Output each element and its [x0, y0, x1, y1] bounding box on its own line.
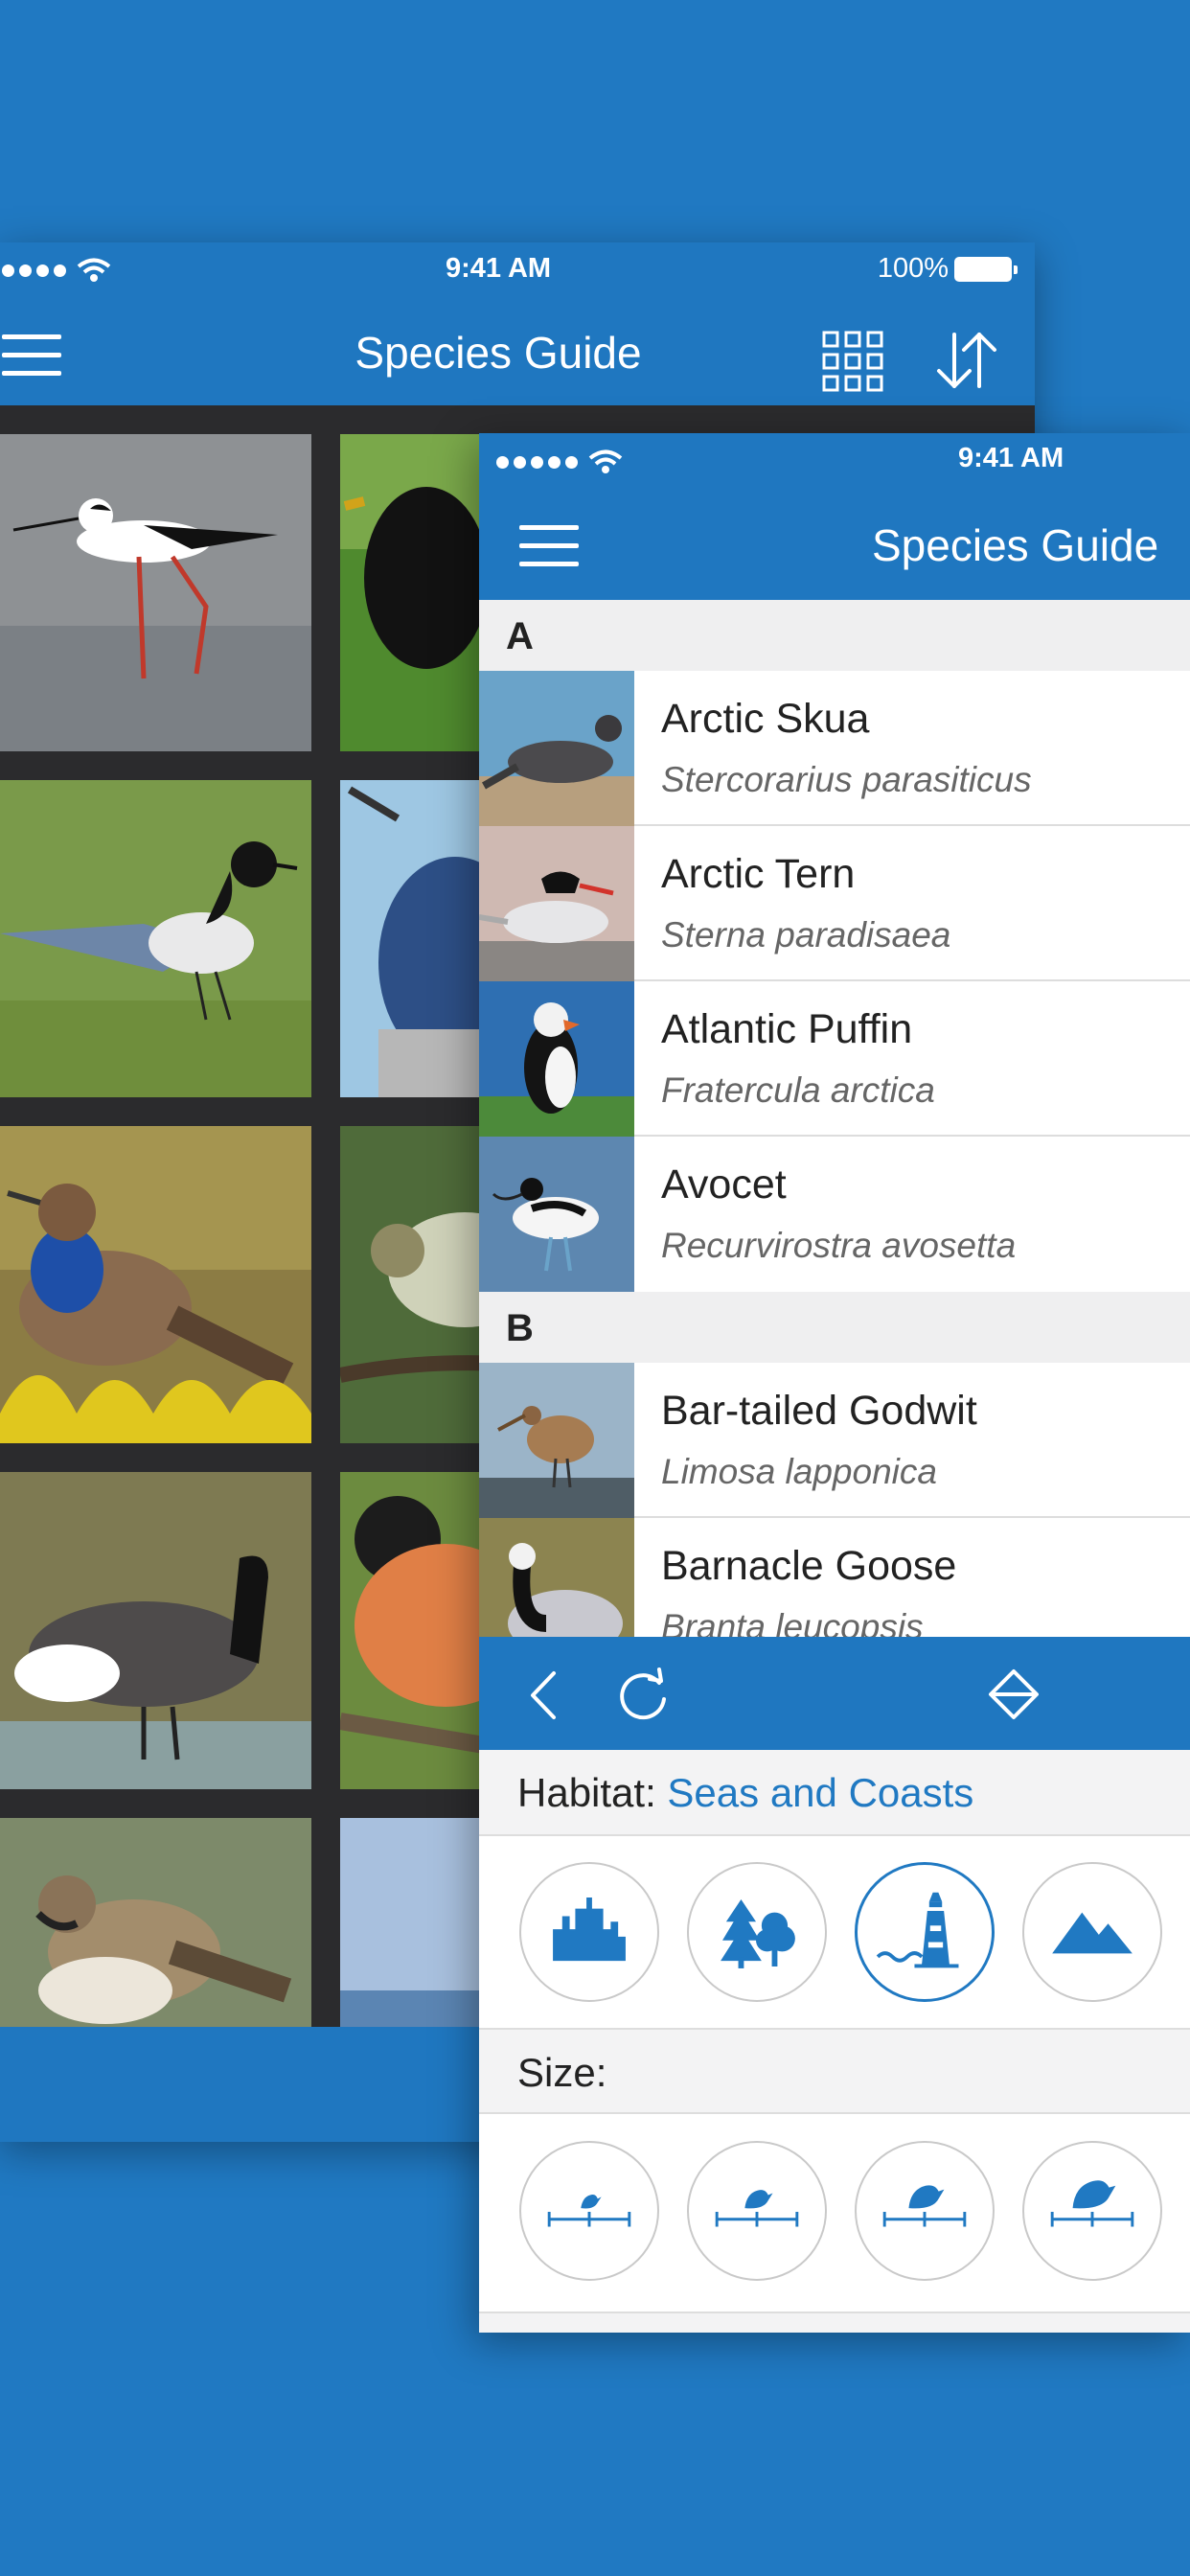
filter-toolbar [479, 1637, 1190, 1750]
habitat-options [479, 1836, 1190, 2028]
species-name: Barnacle Goose [661, 1543, 957, 1589]
city-icon[interactable] [519, 1862, 659, 2002]
status-bar: 9:41 AM 100% [0, 242, 1035, 298]
refresh-icon[interactable] [615, 1668, 671, 1723]
species-latin-name: Sterna paradisaea [661, 915, 951, 954]
habitat-value: Seas and Coasts [667, 1770, 974, 1815]
nav-bar: Species Guide [479, 487, 1190, 600]
wifi-icon [588, 449, 623, 473]
species-tile[interactable] [0, 780, 311, 1097]
coast-lighthouse-icon[interactable] [855, 1862, 995, 2002]
species-name: Avocet [661, 1162, 787, 1208]
nav-bar: Species Guide [0, 298, 1035, 405]
species-thumbnail [479, 981, 634, 1137]
next-filter-row [479, 2312, 1190, 2333]
section-header-a: A [479, 600, 1190, 671]
signal-icon [496, 449, 623, 474]
woodland-icon[interactable] [687, 1862, 827, 2002]
habitat-filter-label: Habitat: Seas and Coasts [479, 1750, 1190, 1836]
list-item[interactable]: Avocet Recurvirostra avosetta [479, 1137, 1190, 1292]
list-item[interactable]: Bar-tailed Godwit Limosa lapponica [479, 1363, 1190, 1518]
bird-size-4-icon[interactable] [1022, 2141, 1162, 2281]
status-bar: 9:41 AM [479, 433, 1190, 487]
list-screen: 9:41 AM Species Guide A Arctic Skua Ster… [479, 433, 1190, 2333]
species-tile[interactable] [0, 434, 311, 751]
status-time: 9:41 AM [958, 443, 1064, 473]
species-name: Arctic Tern [661, 851, 856, 897]
battery-percent: 100% [877, 253, 949, 284]
bird-size-2-icon[interactable] [687, 2141, 827, 2281]
status-time: 9:41 AM [445, 253, 552, 284]
species-thumbnail [479, 1137, 634, 1292]
page-title: Species Guide [872, 520, 1159, 570]
species-thumbnail [479, 671, 634, 826]
size-filter-label: Size: [479, 2028, 1190, 2114]
bird-size-3-icon[interactable] [855, 2141, 995, 2281]
size-options [479, 2114, 1190, 2306]
habitat-label: Habitat: [517, 1770, 656, 1815]
collapse-icon[interactable] [987, 1668, 1041, 1721]
species-latin-name: Fratercula arctica [661, 1070, 935, 1110]
battery-icon [954, 257, 1018, 282]
chevron-left-icon[interactable] [527, 1669, 558, 1721]
list-item[interactable]: Arctic Tern Sterna paradisaea [479, 826, 1190, 981]
list-item[interactable]: Atlantic Puffin Fratercula arctica [479, 981, 1190, 1137]
species-latin-name: Limosa lapponica [661, 1452, 937, 1491]
species-tile[interactable] [0, 1472, 311, 1789]
section-header-b: B [479, 1292, 1190, 1363]
species-name: Atlantic Puffin [661, 1006, 913, 1052]
species-thumbnail [479, 826, 634, 981]
species-name: Arctic Skua [661, 696, 870, 742]
species-latin-name: Recurvirostra avosetta [661, 1226, 1017, 1265]
species-name: Bar-tailed Godwit [661, 1388, 977, 1434]
species-tile[interactable] [0, 1126, 311, 1443]
size-label: Size: [517, 2050, 607, 2095]
species-latin-name: Stercorarius parasiticus [661, 760, 1032, 799]
species-thumbnail [479, 1363, 634, 1518]
grid-view-icon[interactable] [822, 331, 883, 392]
mountain-icon[interactable] [1022, 1862, 1162, 2002]
sort-icon[interactable] [935, 329, 998, 392]
list-item[interactable]: Arctic Skua Stercorarius parasiticus [479, 671, 1190, 826]
bird-size-1-icon[interactable] [519, 2141, 659, 2281]
menu-icon[interactable] [519, 525, 579, 567]
